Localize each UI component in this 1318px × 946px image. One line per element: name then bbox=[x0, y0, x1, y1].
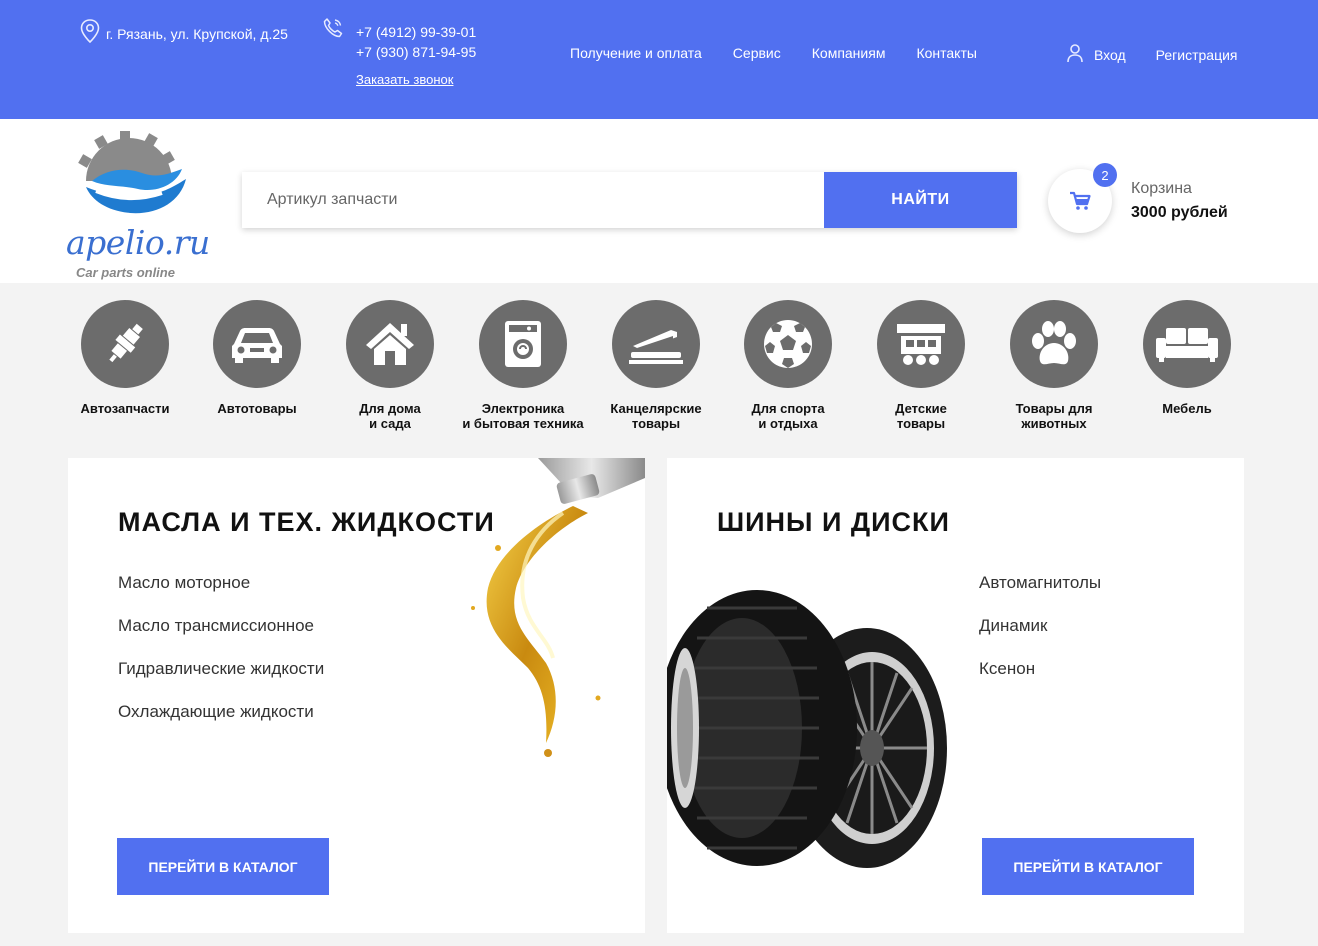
register-link[interactable]: Регистрация bbox=[1156, 47, 1238, 63]
nav-item-payment[interactable]: Получение и оплата bbox=[570, 45, 702, 61]
address-text: г. Рязань, ул. Крупской, д.25 bbox=[106, 26, 288, 42]
auth-block: Вход Регистрация bbox=[1066, 43, 1238, 66]
catalog-button[interactable]: ПЕРЕЙТИ В КАТАЛОГ bbox=[982, 838, 1194, 895]
oil-splash-icon bbox=[471, 458, 645, 757]
card-title: МАСЛА И ТЕХ. ЖИДКОСТИ bbox=[118, 507, 495, 537]
category-pets[interactable]: Товары для животных bbox=[984, 300, 1124, 431]
spark-plug-icon bbox=[109, 323, 143, 363]
phone-number-2[interactable]: +7 (930) 871-94-95 bbox=[356, 44, 476, 60]
header: apelio.ru Car parts online НАЙТИ 2 Корзи… bbox=[0, 119, 1318, 283]
category-row: Автозапчасти Автотовары Для дома и сада Э… bbox=[0, 300, 1318, 440]
category-stationery[interactable]: Канцелярские товары bbox=[586, 300, 726, 431]
tires-list: Автомагнитолы Динамик Ксенон bbox=[979, 573, 1101, 702]
nav-item-contacts[interactable]: Контакты bbox=[916, 45, 976, 61]
search-button[interactable]: НАЙТИ bbox=[824, 172, 1017, 228]
phone-icon bbox=[322, 17, 344, 87]
list-item[interactable]: Автомагнитолы bbox=[979, 573, 1101, 592]
category-home-garden[interactable]: Для дома и сада bbox=[320, 300, 460, 431]
phones-block: +7 (4912) 99-39-01 +7 (930) 871-94-95 За… bbox=[322, 17, 476, 87]
catalog-button[interactable]: ПЕРЕЙТИ В КАТАЛОГ bbox=[117, 838, 329, 895]
washing-machine-icon bbox=[505, 321, 541, 367]
cart-label: Корзина bbox=[1131, 180, 1192, 197]
oils-card: МАСЛА И ТЕХ. ЖИДКОСТИ Масло моторное Мас… bbox=[68, 458, 645, 933]
category-electronics[interactable]: Электроника и бытовая техника bbox=[453, 300, 593, 431]
car-icon bbox=[232, 328, 282, 363]
cart-icon bbox=[1070, 191, 1091, 210]
list-item[interactable]: Ксенон bbox=[979, 659, 1101, 678]
cart-count-badge: 2 bbox=[1093, 163, 1117, 187]
soccer-ball-icon bbox=[764, 320, 812, 368]
cart-total: 3000 рублей bbox=[1131, 204, 1228, 221]
search-bar: НАЙТИ bbox=[242, 172, 1017, 228]
login-link[interactable]: Вход bbox=[1094, 47, 1126, 63]
search-input[interactable] bbox=[242, 172, 824, 228]
category-furniture[interactable]: Мебель bbox=[1117, 300, 1257, 416]
nav-item-service[interactable]: Сервис bbox=[733, 45, 781, 61]
logo-gear-wave-icon bbox=[78, 131, 186, 214]
logo-text: apelio.ru bbox=[66, 223, 210, 262]
tires-icon bbox=[667, 590, 947, 868]
house-icon bbox=[366, 323, 414, 365]
callback-link[interactable]: Заказать звонок bbox=[356, 72, 476, 87]
phone-number-1[interactable]: +7 (4912) 99-39-01 bbox=[356, 24, 476, 40]
cart-button[interactable]: 2 bbox=[1048, 163, 1117, 233]
category-label: Для спорта bbox=[751, 401, 825, 416]
list-item[interactable]: Гидравлические жидкости bbox=[118, 659, 324, 678]
category-label: Для дома bbox=[359, 401, 421, 416]
card-title: ШИНЫ И ДИСКИ bbox=[717, 507, 950, 537]
top-bar: г. Рязань, ул. Крупской, д.25 +7 (4912) … bbox=[0, 0, 1318, 119]
paw-icon bbox=[1032, 321, 1076, 365]
category-auto-parts[interactable]: Автозапчасти bbox=[55, 300, 195, 416]
category-label: Мебель bbox=[1162, 401, 1212, 416]
cart-summary[interactable]: Корзина 3000 рублей bbox=[1131, 180, 1228, 222]
category-label: Канцелярские bbox=[610, 401, 702, 416]
list-item[interactable]: Динамик bbox=[979, 616, 1101, 635]
nav-item-companies[interactable]: Компаниям bbox=[812, 45, 886, 61]
category-label: Автотовары bbox=[217, 401, 297, 416]
user-icon bbox=[1066, 43, 1084, 66]
category-label: Товары для bbox=[1015, 401, 1093, 416]
category-auto-goods[interactable]: Автотовары bbox=[187, 300, 327, 416]
toy-train-icon bbox=[897, 324, 945, 365]
oils-list: Масло моторное Масло трансмиссионное Гид… bbox=[118, 573, 324, 745]
list-item[interactable]: Масло моторное bbox=[118, 573, 324, 592]
category-sport[interactable]: Для спорта и отдыха bbox=[718, 300, 858, 431]
top-nav: Получение и оплата Сервис Компаниям Конт… bbox=[570, 45, 977, 61]
stapler-icon bbox=[629, 330, 683, 364]
category-kids[interactable]: Детские товары bbox=[851, 300, 991, 431]
list-item[interactable]: Охлаждающие жидкости bbox=[118, 702, 324, 721]
sofa-icon bbox=[1156, 328, 1218, 362]
location-pin-icon bbox=[80, 19, 100, 46]
tires-card: ШИНЫ И ДИСКИ Автомагнитолы Динамик Ксено… bbox=[667, 458, 1244, 933]
list-item[interactable]: Масло трансмиссионное bbox=[118, 616, 324, 635]
category-label: Автозапчасти bbox=[80, 401, 170, 416]
logo-tagline: Car parts online bbox=[76, 265, 175, 280]
address: г. Рязань, ул. Крупской, д.25 bbox=[80, 19, 288, 46]
category-label: Детские bbox=[895, 401, 947, 416]
logo[interactable]: apelio.ru Car parts online bbox=[66, 129, 216, 280]
category-label: Электроника bbox=[481, 401, 565, 416]
